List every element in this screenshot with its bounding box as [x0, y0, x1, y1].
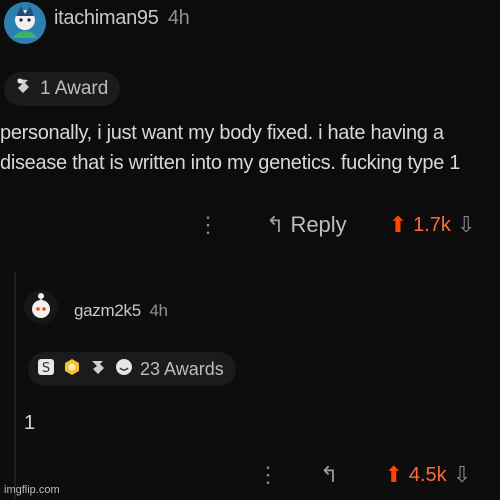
comment-body: 1	[24, 412, 36, 434]
comment-actions: ⋮ ↰ Reply ⬆ 1.7k ⇩	[196, 212, 475, 238]
gold-award-icon	[62, 357, 82, 382]
comment-body-line: personally, i just want my body fixed. i…	[0, 122, 444, 144]
downvote-arrow-icon[interactable]: ⇩	[453, 462, 471, 488]
username[interactable]: itachiman95 4h	[54, 7, 190, 30]
reply-arrow-icon[interactable]: ↰	[320, 462, 338, 488]
vote-count: 1.7k	[413, 213, 451, 236]
awards-badge[interactable]: 1 Award	[4, 72, 121, 106]
awards-count: 23 Awards	[140, 358, 224, 379]
comment-2: gazm2k5 4h S 23 Awards 1 ⋮ ↰ ⬆ 4.5k ⇩	[0, 272, 500, 500]
silver-award-icon: S	[36, 357, 56, 382]
more-dots-icon[interactable]: ⋮	[196, 212, 220, 238]
watermark: imgflip.com	[4, 484, 60, 496]
more-dots-icon[interactable]: ⋮	[256, 462, 280, 488]
timestamp: 4h	[149, 301, 168, 320]
award-icon	[88, 357, 108, 382]
avatar[interactable]	[24, 290, 58, 324]
reply-arrow-icon[interactable]: ↰	[266, 212, 284, 238]
comment-body: personally, i just want my body fixed. i…	[0, 118, 500, 178]
reply-button[interactable]: Reply	[290, 212, 346, 238]
comment-actions: ⋮ ↰ ⬆ 4.5k ⇩	[256, 462, 471, 488]
vote-count: 4.5k	[408, 463, 447, 486]
username-text[interactable]: itachiman95	[54, 7, 159, 29]
awards-count: 1 Award	[40, 78, 109, 99]
svg-text:S: S	[42, 361, 50, 376]
timestamp: 4h	[167, 7, 190, 29]
avatar[interactable]	[4, 2, 46, 44]
downvote-arrow-icon[interactable]: ⇩	[457, 212, 475, 238]
comment-1: itachiman95 4h 1 Award personally, i jus…	[0, 0, 500, 272]
award-icon	[12, 75, 34, 103]
username-text[interactable]: gazm2k5	[74, 301, 141, 320]
username[interactable]: gazm2k5 4h	[74, 301, 168, 321]
comment-body-line: disease that is written into my genetics…	[0, 152, 461, 174]
thread-line[interactable]	[14, 272, 16, 500]
awards-badge[interactable]: S 23 Awards	[28, 352, 236, 386]
upvote-arrow-icon[interactable]: ⬆	[384, 462, 402, 488]
wholesome-award-icon	[114, 357, 134, 382]
upvote-arrow-icon[interactable]: ⬆	[389, 212, 407, 238]
